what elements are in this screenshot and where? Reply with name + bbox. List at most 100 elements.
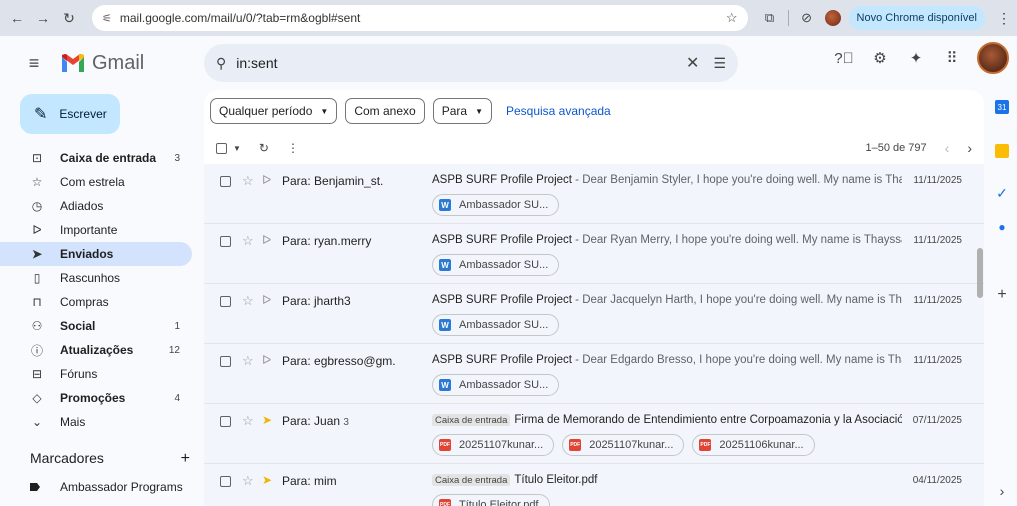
sidebar-item-star[interactable]: ☆ Com estrela — [0, 170, 192, 194]
gear-icon[interactable]: ⚙ — [869, 47, 891, 69]
email-row[interactable]: ☆ ᐅ Para: ryan.merry ASPB SURF Profile Pro… — [204, 224, 984, 284]
contacts-icon[interactable]: ● — [995, 220, 1009, 234]
sender-name: Para: ryan.merry — [282, 234, 372, 248]
select-all-checkbox[interactable]: ▼ — [216, 142, 241, 154]
inbox-label-badge[interactable]: Caixa de entrada — [432, 414, 511, 426]
pager-text: 1–50 de 797 — [865, 142, 927, 154]
important-marker-icon[interactable]: ᐅ — [262, 293, 271, 307]
attachment-chip[interactable]: W Ambassador SU... — [432, 374, 560, 396]
compose-button[interactable]: ✎ Escrever — [20, 94, 120, 134]
star-icon[interactable]: ☆ — [242, 233, 254, 249]
attachments: W Ambassador SU... — [432, 254, 560, 276]
sidebar-item-info[interactable]: ⓘ Atualizações 12 — [0, 338, 192, 362]
add-addon-icon[interactable]: + — [995, 286, 1009, 303]
attachment-chip[interactable]: W Ambassador SU... — [432, 314, 560, 336]
sidebar-item-inbox[interactable]: ⊡ Caixa de entrada 3 — [0, 146, 192, 170]
star-icon[interactable]: ☆ — [242, 413, 254, 429]
main-menu-icon[interactable]: ≡ — [14, 43, 54, 83]
star-icon[interactable]: ☆ — [242, 173, 254, 189]
calendar-icon[interactable]: 31 — [995, 100, 1009, 114]
prev-page-icon[interactable]: ‹ — [945, 140, 950, 156]
tasks-icon[interactable]: ✓ — [995, 185, 1009, 201]
scrollbar[interactable] — [977, 248, 983, 298]
more-options-icon[interactable]: ⋮ — [287, 141, 299, 155]
row-checkbox[interactable] — [220, 356, 231, 367]
sidebar-item-forum[interactable]: ⊟ Fóruns — [0, 362, 192, 386]
next-page-icon[interactable]: › — [967, 140, 972, 156]
chrome-menu-icon[interactable]: ⋮ — [997, 10, 1011, 27]
sender: Para: jharth3 — [282, 294, 351, 308]
attachment-chip[interactable]: W Ambassador SU... — [432, 194, 560, 216]
forward-icon[interactable]: → — [32, 7, 54, 29]
inbox-icon: ⊡ — [31, 151, 43, 165]
email-row[interactable]: ☆ ᐅ Para: Benjamin_st. ASPB SURF Profile P… — [204, 164, 984, 224]
add-label-icon[interactable]: + — [181, 450, 190, 468]
sidebar-item-send[interactable]: ➤ Enviados — [0, 242, 192, 266]
period-filter-chip[interactable]: Qualquer período ▼ — [210, 98, 338, 124]
important-marker-icon[interactable]: ᐅ — [262, 353, 271, 367]
email-row[interactable]: ☆ ᐅ Para: jharth3 ASPB SURF Profile Projec… — [204, 284, 984, 344]
row-checkbox[interactable] — [220, 236, 231, 247]
email-row[interactable]: ☆ ᐅ Para: egbresso@gm. ASPB SURF Profile P… — [204, 344, 984, 404]
search-bar[interactable]: ⚲ in:sent ✕ ☰ — [204, 44, 738, 82]
inbox-label-badge[interactable]: Caixa de entrada — [432, 474, 511, 486]
account-avatar[interactable] — [977, 42, 1009, 74]
copilot-icon[interactable]: ⊘ — [797, 8, 817, 28]
search-input[interactable]: in:sent — [236, 55, 686, 71]
chrome-update-button[interactable]: Novo Chrome disponível — [848, 6, 985, 30]
star-icon[interactable]: ☆ — [242, 293, 254, 309]
address-bar[interactable]: ⚟ mail.google.com/mail/u/0/?tab=rm&ogbl#… — [92, 5, 748, 31]
important-marker-icon[interactable]: ᐅ — [262, 233, 271, 247]
refresh-icon[interactable]: ↻ — [259, 141, 269, 155]
important-marker-icon[interactable]: ᐅ — [262, 173, 271, 187]
label-item[interactable]: Ambassador Programs — [30, 480, 183, 494]
help-icon[interactable]: ?⃝ — [833, 47, 855, 69]
star-icon[interactable]: ☆ — [242, 353, 254, 369]
row-checkbox[interactable] — [220, 476, 231, 487]
important-marker-icon[interactable]: ➤ — [262, 473, 272, 487]
bookmark-star-icon[interactable]: ☆ — [726, 10, 738, 26]
site-settings-icon[interactable]: ⚟ — [102, 12, 112, 25]
attachment-chip[interactable]: PDF Título Eleitor.pdf — [432, 494, 550, 506]
sidebar-item-shopping[interactable]: ⊓ Compras — [0, 290, 192, 314]
row-checkbox[interactable] — [220, 176, 231, 187]
sender: Para: Benjamin_st. — [282, 174, 383, 188]
gmail-logo[interactable]: Gmail — [60, 52, 200, 75]
extensions-icon[interactable]: ⧉ — [760, 8, 780, 28]
draft-icon: ▯ — [33, 271, 41, 285]
star-icon[interactable]: ☆ — [242, 473, 254, 489]
list-toolbar: ▼ ↻ ⋮ 1–50 de 797 ‹ › — [216, 136, 972, 160]
row-checkbox[interactable] — [220, 296, 231, 307]
expand-panel-icon[interactable]: › — [995, 483, 1009, 499]
search-options-icon[interactable]: ☰ — [713, 55, 726, 72]
to-filter-chip[interactable]: Para ▼ — [432, 98, 492, 124]
keep-icon[interactable] — [995, 144, 1009, 158]
sidebar-item-clock[interactable]: ◷ Adiados — [0, 194, 192, 218]
attachment-name: 20251106kunar... — [719, 439, 804, 451]
important-marker-icon[interactable]: ➤ — [262, 413, 272, 427]
word-doc-icon: W — [439, 379, 451, 391]
sidebar-item-chevron-down[interactable]: ⌄ Mais — [0, 410, 192, 434]
sidebar-item-draft[interactable]: ▯ Rascunhos — [0, 266, 192, 290]
profile-avatar[interactable] — [824, 10, 841, 26]
attachment-chip[interactable]: PDF 20251107kunar... — [562, 434, 685, 456]
sidebar-item-label: Atualizações — [60, 343, 134, 357]
back-icon[interactable]: ← — [6, 7, 28, 29]
sender-name: Para: Juan — [282, 414, 341, 428]
sidebar-item-important[interactable]: ᐅ Importante — [0, 218, 192, 242]
email-row[interactable]: ☆ ➤ Para: Juan 3 Caixa de entrada Firma de M… — [204, 404, 984, 464]
search-icon[interactable]: ⚲ — [216, 55, 226, 72]
attachment-filter-chip[interactable]: Com anexo — [345, 98, 425, 124]
gemini-icon[interactable]: ✦ — [905, 47, 927, 69]
email-row[interactable]: ☆ ➤ Para: mim Caixa de entrada Título Eleit… — [204, 464, 984, 506]
advanced-search-link[interactable]: Pesquisa avançada — [506, 104, 611, 118]
reload-icon[interactable]: ↻ — [58, 7, 80, 29]
row-checkbox[interactable] — [220, 416, 231, 427]
apps-grid-icon[interactable]: ⠿ — [941, 47, 963, 69]
attachment-chip[interactable]: W Ambassador SU... — [432, 254, 560, 276]
clear-search-icon[interactable]: ✕ — [686, 53, 699, 73]
sidebar-item-people[interactable]: ⚇ Social 1 — [0, 314, 192, 338]
sidebar-item-tag[interactable]: ◇ Promoções 4 — [0, 386, 192, 410]
attachment-chip[interactable]: PDF 20251106kunar... — [692, 434, 815, 456]
attachment-chip[interactable]: PDF 20251107kunar... — [432, 434, 555, 456]
